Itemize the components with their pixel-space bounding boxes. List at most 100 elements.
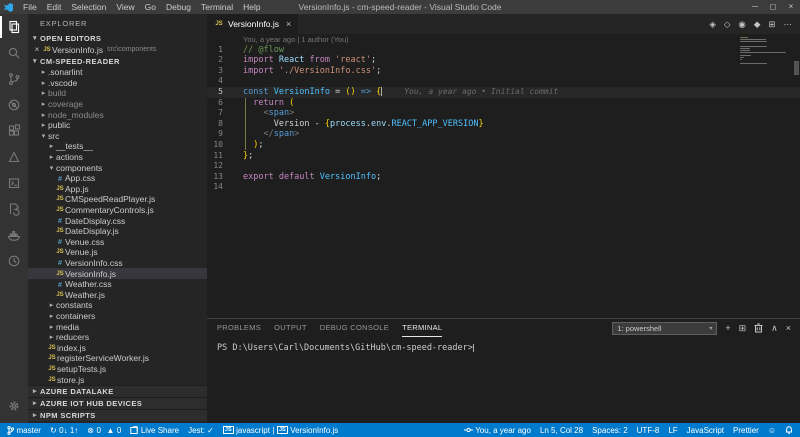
code-line-1[interactable]: 1 // @flow — [207, 45, 800, 56]
open-editor-item[interactable]: × JS VersionInfo.js src\components — [28, 44, 207, 55]
source-control-icon[interactable] — [0, 66, 28, 92]
explorer-icon[interactable] — [0, 14, 28, 40]
tree-item-node_modules[interactable]: ▸ node_modules — [28, 109, 207, 120]
test-explorer-icon[interactable] — [0, 196, 28, 222]
gitlens-blame-status[interactable]: You, a year ago — [463, 426, 531, 435]
tree-item-__tests__[interactable]: ▸ __tests__ — [28, 141, 207, 152]
code-line-12[interactable]: 12 — [207, 161, 800, 172]
panel-tab-output[interactable]: OUTPUT — [274, 319, 307, 337]
code-line-8[interactable]: 8 Version - {process.env.REACT_APP_VERSI… — [207, 119, 800, 130]
close-button[interactable]: × — [782, 0, 800, 14]
azure-iot-icon[interactable] — [0, 170, 28, 196]
toggle-blame-icon[interactable]: ◉ — [738, 19, 745, 30]
tree-item-actions[interactable]: ▸ actions — [28, 152, 207, 163]
language-mode-status[interactable]: JavaScript — [687, 426, 724, 435]
code-line-10[interactable]: 10 ); — [207, 140, 800, 151]
azure-icon[interactable] — [0, 144, 28, 170]
panel-tab-debug-console[interactable]: DEBUG CONSOLE — [320, 319, 389, 337]
docker-icon[interactable] — [0, 222, 28, 248]
section-azure-iot-hub-devices[interactable]: ▸ AZURE IOT HUB DEVICES — [28, 396, 207, 409]
code-line-9[interactable]: 9 </span> — [207, 129, 800, 140]
split-editor-icon[interactable]: ⊞ — [768, 19, 775, 30]
tree-item-constants[interactable]: ▸ constants — [28, 300, 207, 311]
notifications-bell-icon[interactable] — [785, 425, 793, 435]
code-line-13[interactable]: 13 export default VersionInfo; — [207, 172, 800, 183]
tree-item-components[interactable]: ▾ components — [28, 162, 207, 173]
open-editors-header[interactable]: ▾ OPEN EDITORS — [28, 32, 207, 44]
minimize-button[interactable]: ─ — [746, 0, 764, 14]
jest-status[interactable]: Jest: ✓ — [188, 426, 214, 435]
menu-terminal[interactable]: Terminal — [196, 0, 238, 14]
formatter-status[interactable]: Prettier — [733, 426, 759, 435]
minimap[interactable] — [740, 37, 788, 68]
panel-tab-terminal[interactable]: TERMINAL — [402, 319, 443, 337]
code-line-5[interactable]: 5 const VersionInfo = () => {You, a year … — [207, 86, 800, 98]
tree-item-commentarycontrols.js[interactable]: JS CommentaryControls.js — [28, 205, 207, 216]
split-terminal-icon[interactable]: ⊞ — [739, 322, 747, 335]
cursor-position-status[interactable]: Ln 5, Col 28 — [540, 426, 583, 435]
eol-status[interactable]: LF — [668, 426, 677, 435]
section-azure-datalake[interactable]: ▸ AZURE DATALAKE — [28, 384, 207, 397]
maximize-button[interactable]: ◻ — [764, 0, 782, 14]
close-icon[interactable]: × — [32, 45, 42, 54]
tree-item-setuptests.js[interactable]: JS setupTests.js — [28, 364, 207, 375]
tree-item-reducers[interactable]: ▸ reducers — [28, 332, 207, 343]
tree-item-media[interactable]: ▸ media — [28, 321, 207, 332]
settings-gear-icon[interactable] — [0, 393, 28, 419]
tree-item-public[interactable]: ▸ public — [28, 120, 207, 131]
debug-icon[interactable] — [0, 92, 28, 118]
tree-item-app.js[interactable]: JS App.js — [28, 184, 207, 195]
encoding-status[interactable]: UTF-8 — [637, 426, 660, 435]
new-terminal-icon[interactable]: + — [725, 322, 730, 335]
tree-item-weather.css[interactable]: # Weather.css — [28, 279, 207, 290]
tree-item-registerserviceworker.js[interactable]: JS registerServiceWorker.js — [28, 353, 207, 364]
code-time-icon[interactable] — [0, 248, 28, 274]
code-line-11[interactable]: 11}; — [207, 151, 800, 162]
tree-item-app.css[interactable]: # App.css — [28, 173, 207, 184]
tree-item-.sonarlint[interactable]: ▸ .sonarlint — [28, 67, 207, 78]
tree-item-venue.js[interactable]: JS Venue.js — [28, 247, 207, 258]
tree-item-weather.js[interactable]: JS Weather.js — [28, 289, 207, 300]
extensions-icon[interactable] — [0, 118, 28, 144]
code-line-6[interactable]: 6 return ( — [207, 98, 800, 109]
code-line-7[interactable]: 7 <span> — [207, 108, 800, 119]
terminal-selector[interactable]: 1: powershell ▾ — [612, 321, 718, 335]
editor-scrollbar[interactable] — [794, 61, 799, 75]
tree-item-cmspeedreadplayer.js[interactable]: JS CMSpeedReadPlayer.js — [28, 194, 207, 205]
code-line-14[interactable]: 14 — [207, 182, 800, 193]
close-panel-icon[interactable]: × — [786, 322, 791, 335]
code-line-4[interactable]: 4 — [207, 76, 800, 87]
tree-item-build[interactable]: ▸ build — [28, 88, 207, 99]
tree-item-coverage[interactable]: ▸ coverage — [28, 99, 207, 110]
menu-file[interactable]: File — [18, 0, 42, 14]
menu-go[interactable]: Go — [140, 0, 161, 14]
tree-item-src[interactable]: ▾ src — [28, 131, 207, 142]
compare-icon[interactable]: ◆ — [754, 19, 761, 30]
problems-status[interactable]: ⊗ 0 ▲ 0 — [87, 426, 121, 435]
gitlens-icon[interactable]: ◇ — [724, 19, 731, 30]
menu-debug[interactable]: Debug — [161, 0, 196, 14]
search-icon[interactable] — [0, 40, 28, 66]
project-root-header[interactable]: ▾ CM-SPEED-READER — [28, 55, 207, 67]
tree-item-datedisplay.js[interactable]: JS DateDisplay.js — [28, 226, 207, 237]
tab-versioninfo[interactable]: JS VersionInfo.js × — [207, 14, 299, 34]
menu-help[interactable]: Help — [238, 0, 265, 14]
indentation-status[interactable]: Spaces: 2 — [592, 426, 628, 435]
maximize-panel-icon[interactable]: ∧ — [771, 322, 778, 335]
feedback-smiley-icon[interactable]: ☺ — [768, 426, 776, 435]
section-npm-scripts[interactable]: ▸ NPM SCRIPTS — [28, 408, 207, 421]
menu-view[interactable]: View — [111, 0, 139, 14]
tree-item-versioninfo.js[interactable]: JS VersionInfo.js — [28, 268, 207, 279]
panel-tab-problems[interactable]: PROBLEMS — [217, 319, 261, 337]
code-line-3[interactable]: 3 import './VersionInfo.css'; — [207, 66, 800, 77]
tree-item-versioninfo.css[interactable]: # VersionInfo.css — [28, 258, 207, 269]
git-sync-status[interactable]: ↻ 0↓ 1↑ — [50, 426, 78, 435]
close-icon[interactable]: × — [286, 19, 291, 29]
javascript-status[interactable]: JS javascript | JS VersionInfo.js — [222, 426, 338, 435]
kill-terminal-icon[interactable] — [754, 323, 763, 333]
menu-selection[interactable]: Selection — [66, 0, 111, 14]
more-actions-icon[interactable]: ⋯ — [784, 19, 793, 30]
live-share-status[interactable]: Live Share — [130, 426, 179, 435]
code-line-2[interactable]: 2 import React from 'react'; — [207, 55, 800, 66]
tree-item-index.js[interactable]: JS index.js — [28, 342, 207, 353]
